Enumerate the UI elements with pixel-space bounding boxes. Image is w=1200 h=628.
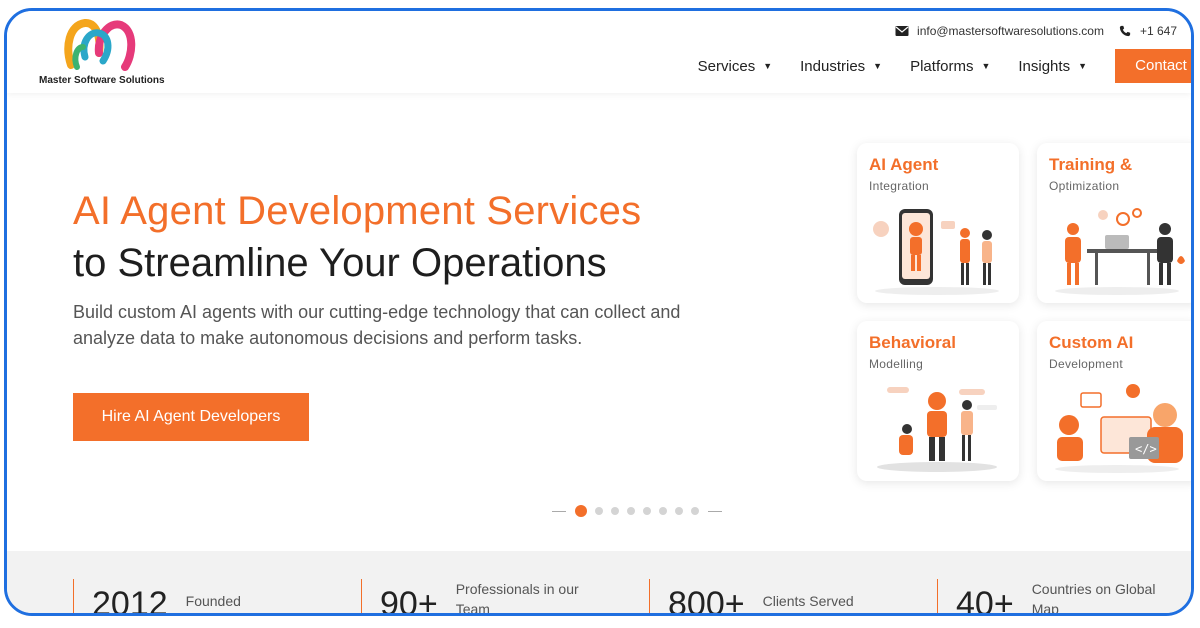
- service-card-training[interactable]: Training & Optimization: [1037, 143, 1191, 303]
- nav-label: Services: [697, 57, 756, 75]
- service-card-custom-ai[interactable]: Custom AI Development </>: [1037, 321, 1191, 481]
- behavioral-illustration-icon: [877, 387, 997, 472]
- stats-bar: 2012 Founded 90+ Professionals in our Te…: [7, 551, 1191, 616]
- caret-down-icon: ▼: [873, 61, 883, 71]
- caret-down-icon: ▼: [763, 61, 773, 71]
- logo[interactable]: Master Software Solutions: [39, 17, 169, 87]
- stat-founded: 2012 Founded: [73, 579, 333, 616]
- stat-value: 2012: [92, 585, 168, 616]
- logo-text: Master Software Solutions: [39, 75, 165, 86]
- indicator-dash: [552, 510, 566, 512]
- carousel-dot-5[interactable]: [643, 507, 651, 515]
- phone-link[interactable]: +1 647: [1118, 24, 1177, 38]
- service-card-ai-agent[interactable]: AI Agent Integration: [857, 143, 1019, 303]
- stat-value: 40+: [956, 585, 1014, 616]
- hero-title-highlight: AI Agent Development Services: [73, 189, 642, 233]
- stat-value: 90+: [380, 585, 438, 616]
- service-card-behavioral[interactable]: Behavioral Modelling: [857, 321, 1019, 481]
- card-title: Training &: [1049, 155, 1133, 174]
- email-text: info@mastersoftwaresolutions.com: [917, 24, 1104, 38]
- stat-value: 800+: [668, 585, 745, 616]
- hero-description: Build custom AI agents with our cutting-…: [73, 302, 681, 348]
- caret-down-icon: ▼: [1078, 61, 1087, 71]
- stat-label: Professionals in our Team: [455, 581, 579, 616]
- site-header: Master Software Solutions info@mastersof…: [7, 11, 1191, 93]
- card-title: Behavioral: [869, 333, 956, 352]
- nav-label: Industries: [800, 57, 866, 75]
- stat-clients: 800+ Clients Served: [649, 579, 909, 616]
- custom-ai-illustration-icon: </>: [1055, 384, 1183, 473]
- carousel-dot-2[interactable]: [595, 507, 603, 515]
- stat-label: Clients Served: [762, 593, 854, 609]
- nav-label: Insights: [1018, 57, 1071, 75]
- stat-label: Countries on Global Map: [1031, 581, 1156, 616]
- card-title: AI Agent: [869, 155, 939, 174]
- training-illustration-icon: [1055, 208, 1185, 295]
- logo-mark-icon: [64, 19, 136, 71]
- card-subtitle: Modelling: [869, 357, 924, 371]
- carousel-dot-8[interactable]: [691, 507, 699, 515]
- main-nav: Services ▼ Industries ▼ Platforms ▼ Insi…: [698, 49, 1191, 83]
- mail-icon: [895, 26, 909, 36]
- stat-professionals: 90+ Professionals in our Team: [361, 579, 621, 616]
- nav-industries[interactable]: Industries ▼: [800, 58, 882, 75]
- card-subtitle: Optimization: [1049, 179, 1120, 193]
- carousel-indicators: [547, 505, 727, 517]
- carousel-dot-4[interactable]: [627, 507, 635, 515]
- phone-icon: [1119, 25, 1131, 37]
- card-subtitle: Development: [1049, 357, 1124, 371]
- hire-developers-button[interactable]: Hire AI Agent Developers: [73, 393, 309, 441]
- indicator-dash: [708, 510, 722, 512]
- carousel-dot-3[interactable]: [611, 507, 619, 515]
- nav-services[interactable]: Services ▼: [698, 58, 772, 75]
- robot-phone-illustration-icon: [873, 209, 999, 295]
- hero-title: to Streamline Your Operations: [73, 241, 607, 285]
- carousel-dot-1[interactable]: [575, 505, 587, 517]
- nav-label: Platforms: [910, 57, 974, 75]
- contact-button[interactable]: Contact: [1115, 49, 1191, 83]
- stat-countries: 40+ Countries on Global Map: [937, 579, 1191, 616]
- email-link[interactable]: info@mastersoftwaresolutions.com: [895, 24, 1104, 38]
- nav-platforms[interactable]: Platforms ▼: [910, 58, 990, 75]
- hero-section: AI Agent Development Services to Streaml…: [7, 93, 1191, 553]
- card-title: Custom AI: [1049, 333, 1134, 352]
- carousel-dot-7[interactable]: [675, 507, 683, 515]
- top-contact-bar: info@mastersoftwaresolutions.com +1 647: [895, 21, 1191, 41]
- stat-label: Founded: [185, 593, 241, 609]
- caret-down-icon: ▼: [981, 61, 991, 71]
- browser-frame: Master Software Solutions info@mastersof…: [4, 8, 1194, 616]
- card-subtitle: Integration: [869, 179, 930, 193]
- phone-text: +1 647: [1139, 24, 1177, 38]
- carousel-dot-6[interactable]: [659, 507, 667, 515]
- nav-insights[interactable]: Insights ▼: [1018, 58, 1087, 75]
- svg-text:</>: </>: [1135, 442, 1157, 456]
